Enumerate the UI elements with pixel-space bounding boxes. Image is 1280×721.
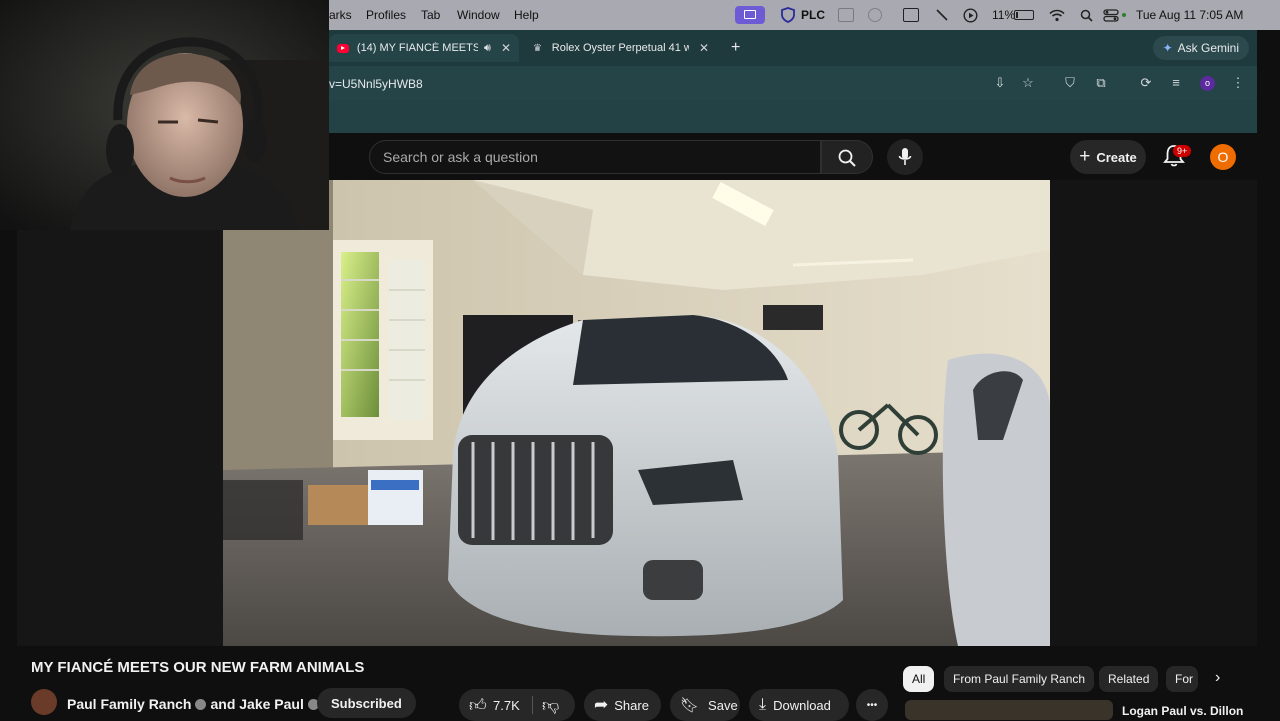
play-circle-icon[interactable] bbox=[963, 7, 978, 23]
screen-mirroring-icon[interactable] bbox=[903, 7, 919, 23]
menu-bookmarks[interactable]: arks bbox=[329, 8, 352, 22]
share-label: Share bbox=[614, 697, 649, 713]
channel-names[interactable]: Paul Family Ranch and Jake Paul bbox=[67, 696, 323, 712]
voice-search-button[interactable] bbox=[887, 139, 923, 175]
create-button[interactable]: + Create bbox=[1070, 140, 1146, 174]
chrome-menu-icon[interactable]: ⋮ bbox=[1231, 76, 1245, 90]
account-avatar[interactable]: O bbox=[1210, 144, 1236, 170]
status-dot-icon bbox=[1122, 7, 1126, 23]
wifi-icon[interactable] bbox=[1049, 7, 1065, 23]
gemini-sparkle-icon: ✦ bbox=[1162, 41, 1173, 55]
screen-share-icon[interactable] bbox=[735, 6, 765, 24]
plus-icon: + bbox=[1079, 146, 1091, 167]
gemini-label: Ask Gemini bbox=[1177, 41, 1239, 55]
channel-joiner: and bbox=[210, 696, 236, 712]
share-button[interactable]: ➦ Share bbox=[584, 689, 661, 721]
youtube-favicon-icon bbox=[337, 43, 349, 53]
reading-list-icon[interactable]: ≡ bbox=[1169, 76, 1183, 90]
like-icon[interactable]: 👍︎ bbox=[469, 695, 487, 716]
video-frame-image bbox=[223, 180, 1050, 646]
channel-name-2[interactable]: Jake Paul bbox=[239, 696, 304, 712]
chip-from-channel[interactable]: From Paul Family Ranch bbox=[944, 666, 1095, 692]
ask-gemini-button[interactable]: ✦ Ask Gemini bbox=[1152, 36, 1249, 60]
extensions-puzzle-icon[interactable]: ⧉ bbox=[1094, 76, 1108, 90]
more-actions-button[interactable]: ••• bbox=[856, 689, 888, 721]
mic-icon bbox=[898, 148, 912, 165]
webcam-image bbox=[0, 0, 329, 230]
video-player[interactable] bbox=[223, 180, 1050, 646]
tab-strip: (14) MY FIANCÉ MEETS O 🔊︎ ✕ ♛ Rolex Oyst… bbox=[329, 30, 1257, 66]
vpn-label: PLC bbox=[801, 8, 825, 22]
save-button[interactable]: 🔖︎ Save bbox=[670, 689, 740, 721]
like-count[interactable]: 7.7K bbox=[493, 698, 520, 713]
shield-extension-icon[interactable]: ⛉ bbox=[1063, 76, 1077, 90]
battery-icon[interactable] bbox=[1014, 7, 1034, 23]
crown-favicon-icon: ♛ bbox=[533, 43, 542, 54]
vpn-shield-icon[interactable] bbox=[781, 7, 795, 23]
tab-rolex[interactable]: ♛ Rolex Oyster Perpetual 41 wa ✕ bbox=[525, 34, 717, 62]
notification-badge: 9+ bbox=[1173, 145, 1192, 157]
control-center-icon[interactable] bbox=[1103, 7, 1119, 23]
search-input[interactable] bbox=[383, 149, 803, 165]
address-bar[interactable]: v=U5Nnl5yHWB8 ⇩ ☆ ⛉ ⧉ ⟳ ≡ o ⋮ bbox=[329, 66, 1257, 100]
menu-profiles[interactable]: Profiles bbox=[366, 8, 406, 22]
pen-icon[interactable] bbox=[935, 7, 949, 23]
webcam-overlay bbox=[0, 0, 329, 230]
share-arrow-icon: ➦ bbox=[594, 695, 609, 714]
tab-label: Rolex Oyster Perpetual 41 wa bbox=[551, 42, 689, 54]
subscribed-button[interactable]: Subscribed bbox=[317, 688, 416, 718]
app-status-icon[interactable] bbox=[868, 7, 882, 23]
new-tab-button[interactable]: + bbox=[731, 39, 740, 57]
verified-badge-icon bbox=[195, 699, 207, 710]
chevron-right-icon[interactable]: › bbox=[1215, 669, 1220, 687]
download-icon: ⤓ bbox=[759, 696, 767, 713]
window-grid-icon[interactable] bbox=[838, 7, 854, 23]
related-video-title[interactable]: Logan Paul vs. Dillon bbox=[1122, 704, 1243, 718]
bookmark-icon: 🔖︎ bbox=[680, 697, 700, 714]
chip-for-you[interactable]: For bbox=[1166, 666, 1198, 692]
bookmark-star-icon[interactable]: ☆ bbox=[1021, 76, 1035, 90]
menu-tab[interactable]: Tab bbox=[421, 8, 440, 22]
search-button[interactable] bbox=[821, 140, 873, 174]
chip-related[interactable]: Related bbox=[1099, 666, 1159, 692]
divider bbox=[532, 696, 533, 714]
download-button[interactable]: ⤓ Download bbox=[749, 689, 849, 721]
related-video-thumbnail[interactable] bbox=[905, 700, 1113, 720]
left-backdrop bbox=[17, 230, 223, 646]
spotlight-search-icon[interactable] bbox=[1080, 7, 1093, 23]
menu-help[interactable]: Help bbox=[514, 8, 539, 22]
sync-icon[interactable]: ⟳ bbox=[1139, 76, 1153, 90]
create-label: Create bbox=[1096, 149, 1137, 165]
install-app-icon[interactable]: ⇩ bbox=[993, 76, 1007, 90]
bookmarks-bar bbox=[329, 100, 1257, 133]
tab-label: (14) MY FIANCÉ MEETS O bbox=[356, 42, 478, 54]
tab-youtube[interactable]: (14) MY FIANCÉ MEETS O 🔊︎ ✕ bbox=[329, 34, 519, 62]
search-icon bbox=[838, 149, 856, 167]
chip-all[interactable]: All bbox=[903, 666, 935, 692]
search-box[interactable] bbox=[369, 140, 821, 174]
dislike-icon[interactable]: 👎︎ bbox=[542, 695, 559, 716]
youtube-header: + Create 9+ O bbox=[329, 133, 1257, 180]
channel-name[interactable]: Paul Family Ranch bbox=[67, 696, 191, 712]
battery-percent: 11% bbox=[992, 8, 1016, 22]
speaker-icon[interactable]: 🔊︎ bbox=[484, 42, 491, 55]
clock[interactable]: Tue Aug 11 7:05 AM bbox=[1136, 8, 1243, 22]
save-label: Save bbox=[708, 697, 738, 713]
close-tab-icon[interactable]: ✕ bbox=[699, 41, 709, 55]
like-dislike-group: 👍︎ 7.7K 👎︎ bbox=[459, 689, 575, 721]
right-sidebar-backdrop bbox=[1050, 180, 1257, 646]
channel-avatar[interactable] bbox=[31, 689, 57, 715]
close-tab-icon[interactable]: ✕ bbox=[501, 41, 511, 55]
menu-window[interactable]: Window bbox=[457, 8, 500, 22]
url-text[interactable]: v=U5Nnl5yHWB8 bbox=[329, 77, 423, 91]
profile-avatar[interactable]: o bbox=[1200, 76, 1215, 91]
download-label: Download bbox=[773, 697, 831, 713]
video-title: MY FIANCÉ MEETS OUR NEW FARM ANIMALS bbox=[31, 659, 365, 676]
